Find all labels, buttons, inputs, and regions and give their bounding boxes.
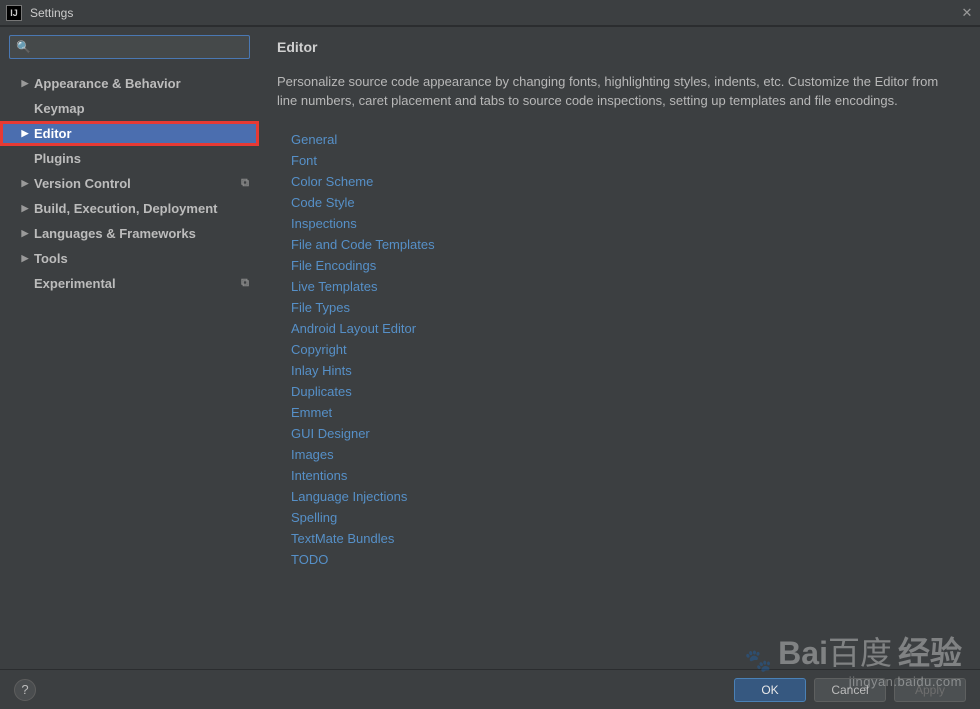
chevron-right-icon: ▶	[20, 178, 30, 189]
detail-link-live-templates[interactable]: Live Templates	[291, 276, 962, 297]
sidebar-item-tools[interactable]: ▶ Tools	[0, 246, 259, 271]
detail-link-todo[interactable]: TODO	[291, 549, 962, 570]
detail-link-spelling[interactable]: Spelling	[291, 507, 962, 528]
sidebar-item-appearance-behavior[interactable]: ▶ Appearance & Behavior	[0, 71, 259, 96]
detail-description: Personalize source code appearance by ch…	[277, 73, 962, 111]
app-icon: IJ	[6, 5, 22, 21]
window-title: Settings	[30, 6, 960, 20]
detail-link-font[interactable]: Font	[291, 150, 962, 171]
detail-link-intentions[interactable]: Intentions	[291, 465, 962, 486]
chevron-right-icon: ▶	[20, 203, 30, 214]
chevron-right-icon: ▶	[20, 253, 30, 264]
detail-link-inlay-hints[interactable]: Inlay Hints	[291, 360, 962, 381]
sidebar-item-label: Languages & Frameworks	[34, 226, 196, 241]
detail-link-language-injections[interactable]: Language Injections	[291, 486, 962, 507]
sidebar-item-version-control[interactable]: ▶ Version Control ⧉	[0, 171, 259, 196]
detail-link-inspections[interactable]: Inspections	[291, 213, 962, 234]
close-icon[interactable]: ✕	[960, 5, 974, 21]
detail-pane: Editor Personalize source code appearanc…	[259, 27, 980, 669]
detail-link-android-layout-editor[interactable]: Android Layout Editor	[291, 318, 962, 339]
sidebar-item-label: Build, Execution, Deployment	[34, 201, 217, 216]
detail-link-color-scheme[interactable]: Color Scheme	[291, 171, 962, 192]
search-input[interactable]	[35, 40, 243, 54]
settings-sidebar: 🔍 ▶Appearance & Behavior▶Keymap▶Editor▶P…	[0, 27, 259, 669]
detail-link-file-and-code-templates[interactable]: File and Code Templates	[291, 234, 962, 255]
detail-link-images[interactable]: Images	[291, 444, 962, 465]
sidebar-item-label: Version Control	[34, 176, 131, 191]
content-split: 🔍 ▶Appearance & Behavior▶Keymap▶Editor▶P…	[0, 26, 980, 669]
sidebar-item-label: Appearance & Behavior	[34, 76, 181, 91]
project-scope-icon: ⧉	[241, 277, 249, 290]
search-field-wrap[interactable]: 🔍	[9, 35, 250, 59]
cancel-button[interactable]: Cancel	[814, 678, 886, 702]
sidebar-item-experimental[interactable]: ▶Experimental⧉	[0, 271, 259, 296]
detail-link-copyright[interactable]: Copyright	[291, 339, 962, 360]
sidebar-item-editor[interactable]: ▶ Editor	[0, 121, 259, 146]
project-scope-icon: ⧉	[241, 177, 249, 190]
chevron-right-icon: ▶	[20, 128, 30, 139]
detail-link-file-types[interactable]: File Types	[291, 297, 962, 318]
help-button[interactable]: ?	[14, 679, 36, 701]
detail-link-duplicates[interactable]: Duplicates	[291, 381, 962, 402]
dialog-footer: ? OK Cancel Apply	[0, 669, 980, 709]
search-icon: 🔍	[16, 40, 31, 54]
sidebar-item-label: Plugins	[34, 151, 81, 166]
sidebar-item-keymap[interactable]: ▶Keymap	[0, 96, 259, 121]
apply-button[interactable]: Apply	[894, 678, 966, 702]
titlebar: IJ Settings ✕	[0, 0, 980, 26]
detail-links: GeneralFontColor SchemeCode StyleInspect…	[291, 129, 962, 570]
settings-tree: ▶Appearance & Behavior▶Keymap▶Editor▶Plu…	[0, 71, 259, 296]
sidebar-item-label: Tools	[34, 251, 68, 266]
detail-link-general[interactable]: General	[291, 129, 962, 150]
sidebar-item-plugins[interactable]: ▶Plugins	[0, 146, 259, 171]
sidebar-item-label: Experimental	[34, 276, 116, 291]
sidebar-item-languages-frameworks[interactable]: ▶ Languages & Frameworks	[0, 221, 259, 246]
sidebar-item-build-execution-deployment[interactable]: ▶ Build, Execution, Deployment	[0, 196, 259, 221]
ok-button[interactable]: OK	[734, 678, 806, 702]
detail-link-emmet[interactable]: Emmet	[291, 402, 962, 423]
detail-heading: Editor	[277, 39, 962, 55]
detail-link-textmate-bundles[interactable]: TextMate Bundles	[291, 528, 962, 549]
detail-link-code-style[interactable]: Code Style	[291, 192, 962, 213]
chevron-right-icon: ▶	[20, 78, 30, 89]
chevron-right-icon: ▶	[20, 228, 30, 239]
detail-link-file-encodings[interactable]: File Encodings	[291, 255, 962, 276]
sidebar-item-label: Editor	[34, 126, 72, 141]
detail-link-gui-designer[interactable]: GUI Designer	[291, 423, 962, 444]
sidebar-item-label: Keymap	[34, 101, 85, 116]
